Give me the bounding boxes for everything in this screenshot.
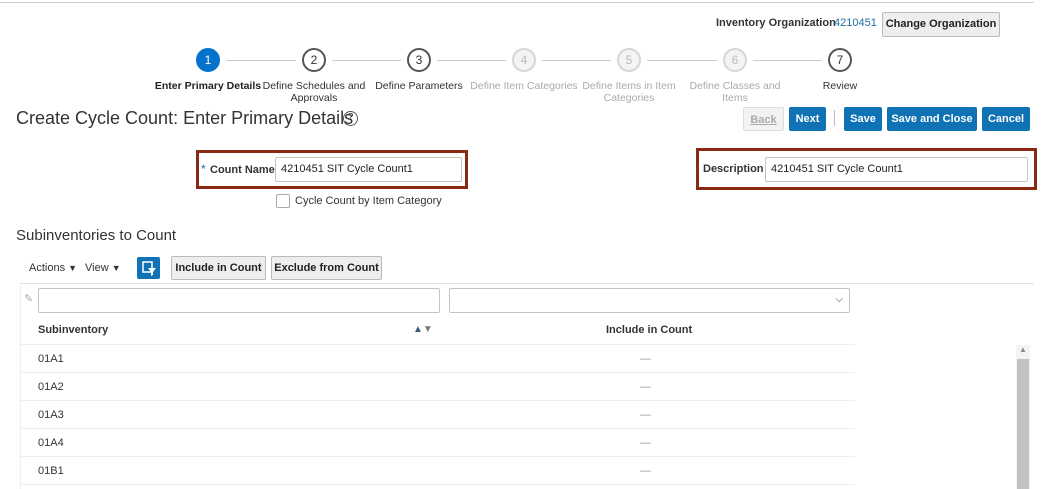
subinventory-filter-input[interactable]	[38, 288, 440, 313]
table-header: Subinventory ▲▼ Include in Count	[20, 318, 855, 345]
include-cell: —	[640, 437, 651, 449]
pencil-icon: ✎	[24, 293, 34, 305]
description-label: Description	[703, 163, 764, 175]
scrollbar-thumb[interactable]	[1017, 359, 1029, 489]
train-connector	[542, 60, 611, 61]
chevron-down-icon: ⌵	[835, 294, 843, 305]
caret-down-icon: ▼	[68, 263, 78, 273]
filter-icon	[142, 261, 156, 276]
query-by-example-button[interactable]	[137, 257, 160, 279]
count-name-label: Count Name	[210, 164, 275, 176]
sort-ascending-icon[interactable]: ▲	[413, 324, 423, 335]
train-connector	[647, 60, 717, 61]
column-header-include[interactable]: Include in Count	[606, 318, 692, 342]
change-organization-button[interactable]: Change Organization	[882, 12, 1000, 37]
train-step-5-circle: 5	[617, 48, 641, 72]
sort-icons[interactable]: ▲▼	[413, 318, 433, 342]
scroll-up-icon[interactable]: ▲	[1019, 345, 1027, 354]
save-button[interactable]: Save	[844, 107, 882, 131]
train-step-4-circle: 4	[512, 48, 536, 72]
org-label: Inventory Organization	[716, 17, 836, 29]
subinventory-cell: 01A3	[38, 409, 64, 421]
page-title: Create Cycle Count: Enter Primary Detail…	[16, 108, 354, 128]
train-step-3-circle[interactable]: 3	[407, 48, 431, 72]
train-connector	[753, 60, 822, 61]
train-step-2-circle[interactable]: 2	[302, 48, 326, 72]
train-connector	[332, 60, 401, 61]
next-button[interactable]: Next	[789, 107, 826, 131]
train-step-1-label[interactable]: Enter Primary Details	[153, 80, 263, 92]
train-step-5-label: Define Items in Item Categories	[582, 80, 676, 104]
train-step-6-circle: 6	[723, 48, 747, 72]
actions-menu[interactable]: Actions ▼	[29, 262, 77, 274]
count-name-input[interactable]: 4210451 SIT Cycle Count1	[275, 157, 462, 182]
table-row[interactable]: 01A4 —	[20, 429, 855, 457]
table-row[interactable]: 01A1 —	[20, 345, 855, 373]
train-step-1-circle[interactable]: 1	[196, 48, 220, 72]
include-filter-select[interactable]: ⌵	[449, 288, 850, 313]
help-icon[interactable]: ?	[343, 111, 358, 126]
train-step-3-label[interactable]: Define Parameters	[364, 80, 474, 92]
include-cell: —	[640, 465, 651, 477]
subinventory-cell: 01B1	[38, 465, 64, 477]
required-marker: *	[201, 162, 206, 176]
table-row[interactable]: 01A2 —	[20, 373, 855, 401]
description-input[interactable]: 4210451 SIT Cycle Count1	[765, 157, 1028, 182]
train-step-4-label: Define Item Categories	[470, 80, 578, 92]
cancel-button[interactable]: Cancel	[982, 107, 1030, 131]
checkbox-label: Cycle Count by Item Category	[295, 195, 442, 207]
caret-down-icon: ▼	[111, 263, 121, 273]
sort-descending-icon[interactable]: ▼	[423, 324, 433, 335]
table-row[interactable]: 01A3 —	[20, 401, 855, 429]
back-button[interactable]: Back	[743, 107, 784, 131]
train-connector	[437, 60, 506, 61]
subinventory-cell: 01A4	[38, 437, 64, 449]
org-value[interactable]: 4210451	[834, 17, 877, 29]
train-connector	[226, 60, 296, 61]
include-in-count-button[interactable]: Include in Count	[171, 256, 266, 280]
subinventory-cell: 01A1	[38, 353, 64, 365]
table-row[interactable]: 01B1 —	[20, 457, 855, 485]
train-step-7-circle[interactable]: 7	[828, 48, 852, 72]
button-divider	[834, 110, 835, 126]
column-header-subinventory[interactable]: Subinventory	[38, 318, 108, 342]
exclude-from-count-button[interactable]: Exclude from Count	[271, 256, 382, 280]
subinventory-cell: 01A2	[38, 381, 64, 393]
train-step-2-label[interactable]: Define Schedules and Approvals	[259, 80, 369, 104]
include-cell: —	[640, 381, 651, 393]
train-step-6-label: Define Classes and Items	[689, 80, 781, 104]
actions-menu-label: Actions	[29, 262, 66, 274]
view-menu-label: View	[85, 262, 109, 274]
train-step-7-label[interactable]: Review	[785, 80, 895, 92]
top-divider	[0, 2, 1034, 3]
section-title: Subinventories to Count	[16, 227, 177, 244]
cycle-count-by-category-checkbox[interactable]	[276, 194, 290, 208]
include-cell: —	[640, 353, 651, 365]
save-and-close-button[interactable]: Save and Close	[887, 107, 977, 131]
view-menu[interactable]: View ▼	[85, 262, 121, 274]
include-cell: —	[640, 409, 651, 421]
vertical-scrollbar[interactable]: ▲	[1016, 345, 1030, 489]
